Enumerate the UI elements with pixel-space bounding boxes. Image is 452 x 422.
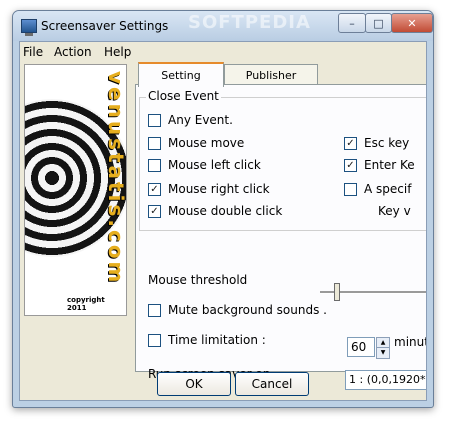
enter-key-label: Enter Ke	[364, 158, 415, 172]
menu-bar: File Action Help	[20, 42, 426, 60]
specific-key-label: A specif	[364, 182, 412, 196]
time-limitation-checkbox[interactable]: Time limitation :	[148, 333, 266, 347]
checkbox-box[interactable]	[148, 113, 161, 127]
monitor-select[interactable]: 1 : (0,0,1920*108	[345, 370, 426, 390]
mouse-threshold-label: Mouse threshold	[148, 273, 248, 287]
monitor-icon	[21, 19, 37, 36]
mouse-move-checkbox[interactable]: Mouse move	[148, 136, 244, 150]
close-event-group: Close Event Any Event. Mouse move Mouse …	[139, 89, 426, 231]
client-area: File Action Help venustatis.com copyrigh…	[19, 41, 427, 401]
screensaver-settings-window: Screensaver Settings SOFTPEDIA – □ ✕ Fil…	[12, 10, 434, 408]
mute-sounds-label: Mute background sounds .	[168, 303, 327, 317]
close-event-label: Close Event	[146, 89, 221, 103]
cancel-button[interactable]: Cancel	[235, 372, 309, 396]
banner-logo-text: venustatis.com	[104, 71, 127, 286]
minimize-button[interactable]: –	[338, 13, 366, 33]
mouse-double-click-label: Mouse double click	[168, 204, 283, 218]
key-value-label: Key v	[378, 204, 411, 218]
checkbox-box[interactable]	[344, 182, 357, 196]
checkmark-icon[interactable]: ✓	[148, 182, 161, 196]
mouse-left-click-label: Mouse left click	[168, 158, 261, 172]
esc-key-label: Esc key	[364, 136, 410, 150]
ok-button[interactable]: OK	[157, 372, 231, 396]
spin-down-icon[interactable]: ▼	[376, 347, 390, 359]
mouse-move-label: Mouse move	[168, 136, 245, 150]
minimize-icon: –	[349, 16, 355, 30]
any-event-label: Any Event.	[168, 113, 233, 127]
minutes-label: minutes	[394, 335, 426, 349]
checkbox-box[interactable]	[148, 303, 161, 317]
title-bar[interactable]: Screensaver Settings SOFTPEDIA – □ ✕	[13, 11, 433, 41]
mouse-left-click-checkbox[interactable]: Mouse left click	[148, 158, 261, 172]
close-icon: ✕	[407, 16, 417, 30]
tab-setting[interactable]: Setting	[138, 62, 224, 87]
mouse-right-click-checkbox[interactable]: ✓ Mouse right click	[148, 182, 270, 196]
menu-file[interactable]: File	[23, 45, 43, 59]
checkbox-box[interactable]	[148, 136, 161, 150]
menu-action[interactable]: Action	[54, 45, 92, 59]
watermark-text: SOFTPEDIA	[188, 12, 311, 33]
menu-help[interactable]: Help	[104, 45, 131, 59]
time-limitation-label: Time limitation :	[168, 333, 266, 347]
window-title: Screensaver Settings	[41, 19, 169, 33]
maximize-button[interactable]: □	[365, 13, 392, 33]
specific-key-checkbox[interactable]: A specif	[344, 182, 411, 196]
mute-sounds-checkbox[interactable]: Mute background sounds .	[148, 303, 327, 317]
minutes-input[interactable]: 60	[347, 337, 375, 357]
mouse-double-click-checkbox[interactable]: ✓ Mouse double click	[148, 204, 282, 218]
checkmark-icon[interactable]: ✓	[344, 158, 357, 172]
checkbox-box[interactable]	[148, 333, 161, 347]
checkmark-icon[interactable]: ✓	[148, 204, 161, 218]
checkbox-box[interactable]	[148, 158, 161, 172]
esc-key-checkbox[interactable]: ✓ Esc key	[344, 136, 409, 150]
tab-publisher[interactable]: Publisher	[224, 64, 318, 85]
any-event-checkbox[interactable]: Any Event.	[148, 113, 233, 127]
maximize-icon: □	[373, 16, 384, 30]
copyright-text: copyright 2011	[67, 296, 105, 312]
checkmark-icon[interactable]: ✓	[344, 136, 357, 150]
setting-panel: Close Event Any Event. Mouse move Mouse …	[135, 84, 426, 390]
enter-key-checkbox[interactable]: ✓ Enter Ke	[344, 158, 415, 172]
slider-thumb[interactable]	[334, 283, 340, 301]
mouse-right-click-label: Mouse right click	[168, 182, 270, 196]
venustatis-banner: venustatis.com copyright 2011	[24, 64, 127, 316]
close-button[interactable]: ✕	[391, 13, 433, 33]
